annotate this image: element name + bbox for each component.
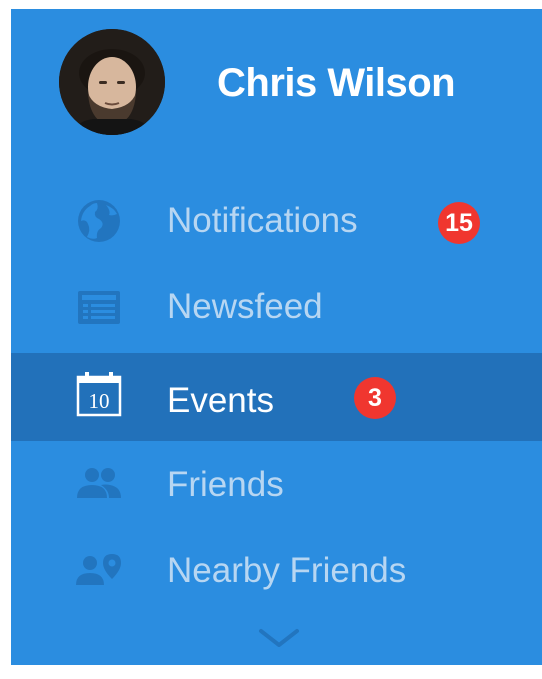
friends-icon bbox=[73, 465, 125, 513]
menu-item-label: Events bbox=[167, 381, 274, 420]
menu-item-label: Friends bbox=[167, 465, 284, 504]
navigation-drawer: Chris Wilson Notifications 15 Newsfeed 1… bbox=[11, 9, 542, 665]
menu-item-nearby-friends[interactable]: Nearby Friends bbox=[11, 529, 542, 617]
calendar-icon: 10 bbox=[73, 371, 125, 419]
menu-item-friends[interactable]: Friends bbox=[11, 441, 542, 529]
avatar-photo bbox=[59, 29, 165, 135]
nearby-friends-icon bbox=[73, 551, 125, 599]
calendar-day: 10 bbox=[89, 389, 110, 413]
menu-item-label: Nearby Friends bbox=[167, 551, 407, 590]
user-name: Chris Wilson bbox=[217, 61, 456, 105]
menu-item-events[interactable]: 10 Events 3 bbox=[11, 353, 542, 441]
menu-item-notifications[interactable]: Notifications 15 bbox=[11, 177, 542, 265]
newsfeed-icon bbox=[73, 285, 125, 333]
menu-item-newsfeed[interactable]: Newsfeed bbox=[11, 265, 542, 353]
avatar[interactable] bbox=[59, 29, 165, 135]
globe-icon bbox=[73, 197, 125, 245]
notification-count-badge: 15 bbox=[438, 202, 480, 244]
profile-header[interactable]: Chris Wilson bbox=[11, 9, 542, 159]
chevron-down-icon[interactable] bbox=[255, 627, 303, 651]
menu-item-label: Notifications bbox=[167, 201, 358, 240]
menu-item-label: Newsfeed bbox=[167, 287, 323, 326]
events-count-badge: 3 bbox=[354, 377, 396, 419]
